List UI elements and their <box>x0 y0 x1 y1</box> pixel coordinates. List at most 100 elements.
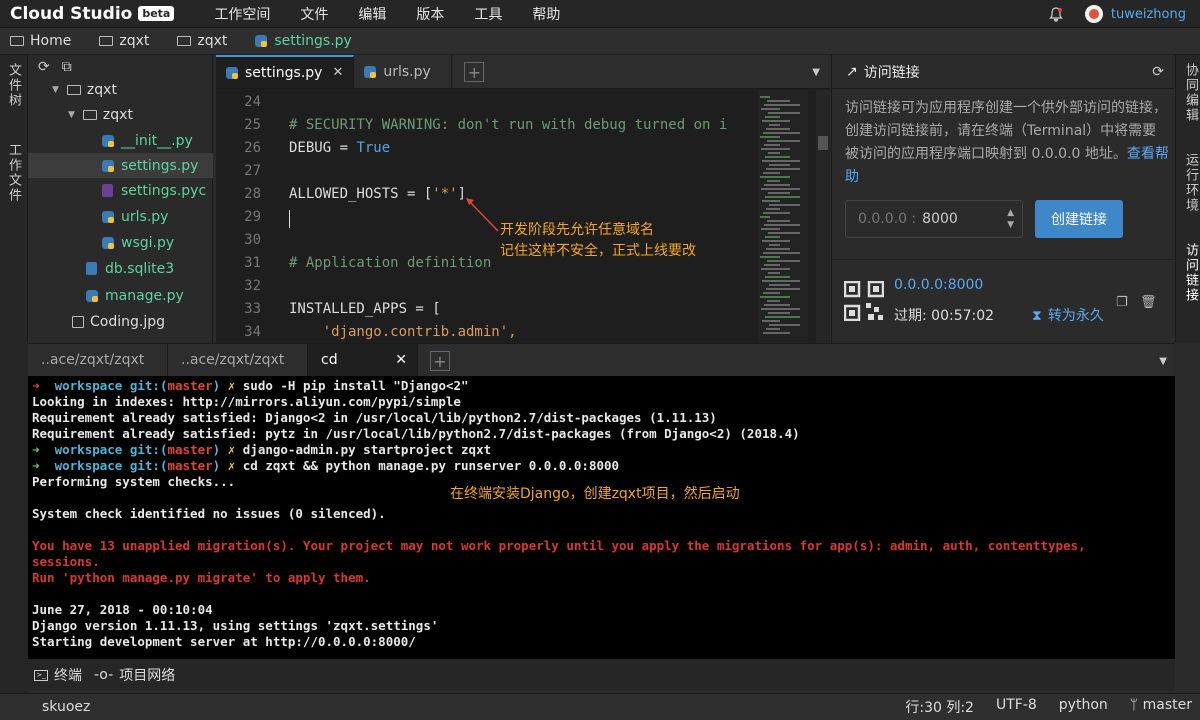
caret-down-icon: ▼ <box>52 84 59 95</box>
tree-item-coding-jpg[interactable]: Coding.jpg <box>28 309 213 334</box>
minimap-line <box>765 196 800 198</box>
collapse-icon[interactable]: ⧉ <box>62 59 72 75</box>
access-link-url[interactable]: 0.0.0.0:8000 <box>894 277 983 293</box>
port-stepper[interactable]: ▲ ▼ <box>1007 207 1014 231</box>
tab-runtime[interactable]: 运行环境 <box>1181 153 1200 213</box>
app-logo[interactable]: Cloud Studio beta <box>10 4 175 24</box>
cursor-position[interactable]: 行:30 列:2 <box>905 697 974 717</box>
minimap-line <box>769 284 790 286</box>
menu-version[interactable]: 版本 <box>416 4 444 24</box>
new-terminal-button[interactable]: + <box>430 351 450 371</box>
chevron-down-icon[interactable]: ▼ <box>812 67 820 78</box>
menu-help[interactable]: 帮助 <box>532 4 560 24</box>
tab-urls-py[interactable]: urls.py <box>354 55 453 88</box>
annotation-line: 记住这样不安全，正式上线要改 <box>500 243 696 259</box>
breadcrumb-home[interactable]: Home <box>10 33 71 49</box>
breadcrumb-zqxt[interactable]: zqxt <box>99 33 149 49</box>
menu-workspace[interactable]: 工作空间 <box>214 4 270 24</box>
terminal-tab-2[interactable]: ..ace/zqxt/zqxt <box>168 344 308 376</box>
tab-terminal[interactable]: >_ 终端 <box>34 665 82 685</box>
tab-file-tree[interactable]: 文件树 <box>4 63 23 108</box>
line-number: 25 <box>244 117 261 133</box>
minimap-line <box>768 152 780 154</box>
terminal-line: June 27, 2018 - 00:10:04 <box>32 602 213 618</box>
code-line: INSTALLED_APPS = [ <box>289 301 441 317</box>
encoding[interactable]: UTF-8 <box>996 697 1037 717</box>
python-file-icon <box>226 66 238 79</box>
minimap-line <box>762 160 800 162</box>
code-area[interactable]: 24 25 # SECURITY WARNING: don't run with d… <box>216 90 830 343</box>
line-number: 34 <box>244 324 261 340</box>
port-input[interactable]: 0.0.0.0 : 8000 ▲ ▼ <box>845 200 1023 238</box>
minimap-line <box>764 264 780 266</box>
refresh-icon[interactable]: ⟳ <box>1152 64 1164 80</box>
close-icon[interactable]: ✕ <box>395 352 407 368</box>
trash-icon[interactable]: 🗑 <box>1140 295 1157 310</box>
output-text: System check identified no issues (0 sil… <box>32 506 386 521</box>
terminal-icon: >_ <box>34 669 48 681</box>
python-file-icon <box>86 289 98 302</box>
terminal-tab-cd[interactable]: cd ✕ <box>308 344 418 376</box>
refresh-icon[interactable]: ⟳ <box>38 59 50 75</box>
minimap-line <box>762 320 780 322</box>
tree-item-db[interactable]: db.sqlite3 <box>28 256 213 281</box>
tree-item-settings-pyc[interactable]: settings.pyc <box>28 178 213 203</box>
user-avatar[interactable] <box>1084 5 1103 23</box>
minimap-line <box>762 280 800 282</box>
close-icon[interactable]: ✕ <box>332 65 343 80</box>
port-prefix: 0.0.0.0 : <box>858 211 917 227</box>
menu-file[interactable]: 文件 <box>300 4 328 24</box>
breadcrumb-file[interactable]: settings.py <box>255 33 352 49</box>
prompt-arrow: ➜ <box>32 442 40 457</box>
tab-access-link[interactable]: 访问链接 <box>1181 243 1200 303</box>
minimap-line <box>764 144 780 146</box>
git-branch[interactable]: ᛘ master <box>1130 697 1192 717</box>
terminal-line: Run 'python manage.py migrate' to apply … <box>32 570 371 586</box>
qr-code-icon[interactable] <box>844 281 884 321</box>
tab-work-files[interactable]: 工作文件 <box>4 143 23 203</box>
tab-collab-edit[interactable]: 协同编辑 <box>1181 63 1200 123</box>
terminal-output[interactable]: 在终端安装Django，创建zqxt项目，然后启动 ➜ workspace gi… <box>28 376 1175 659</box>
code-token: DEBUG = <box>289 140 357 156</box>
copy-icon[interactable]: ❐ <box>1116 295 1128 310</box>
tree-item-zqxt[interactable]: ▼ zqxt <box>28 77 213 102</box>
command-text: cd zqxt && python manage.py runserver 0.… <box>235 458 620 473</box>
breadcrumb-zqxt-inner[interactable]: zqxt <box>177 33 227 49</box>
menu-tools[interactable]: 工具 <box>474 4 502 24</box>
minimap-line <box>768 272 780 274</box>
tree-item-manage[interactable]: manage.py <box>28 283 213 308</box>
minimap-line <box>767 300 780 302</box>
new-tab-button[interactable]: + <box>464 62 485 82</box>
user-name[interactable]: tuweizhong <box>1111 7 1186 22</box>
tree-item-wsgi[interactable]: wsgi.py <box>28 230 213 255</box>
workspace-id[interactable]: skuoez <box>42 699 90 715</box>
code-line: # Application definition <box>289 255 491 271</box>
panel-description: 访问链接可为应用程序创建一个供外部访问的链接，创建访问链接前，请在终端（Term… <box>845 97 1170 189</box>
language-mode[interactable]: python <box>1059 697 1108 717</box>
terminal-tab-1[interactable]: ..ace/zqxt/zqxt <box>28 344 168 376</box>
command-text: django-admin.py startproject zqxt <box>235 442 492 457</box>
tree-item-init[interactable]: __init__.py <box>28 128 213 153</box>
scrollbar-thumb[interactable] <box>818 136 828 150</box>
chevron-down-icon[interactable]: ▼ <box>1159 356 1167 367</box>
bell-icon[interactable] <box>1049 6 1063 22</box>
external-link-icon: ↗ <box>846 63 858 80</box>
tab-project-network[interactable]: -o- 项目网络 <box>94 665 175 685</box>
code-line: ALLOWED_HOSTS = ['*'] <box>289 186 466 202</box>
tree-item-settings[interactable]: settings.py <box>28 153 213 178</box>
tree-item-urls[interactable]: urls.py <box>28 204 213 229</box>
create-link-button[interactable]: 创建链接 <box>1035 200 1123 238</box>
make-permanent-button[interactable]: ⧗ 转为永久 <box>1032 305 1104 325</box>
minimap-line <box>768 192 790 194</box>
tree-item-zqxt-inner[interactable]: ▼ zqxt <box>28 102 213 127</box>
line-number: 31 <box>244 255 261 271</box>
prompt-git: git:( <box>129 378 168 393</box>
minimap-line <box>763 172 780 174</box>
editor-scrollbar[interactable] <box>816 90 830 343</box>
minimap[interactable] <box>758 90 808 343</box>
minimap-line <box>760 216 770 218</box>
menu-edit[interactable]: 编辑 <box>358 4 386 24</box>
tab-settings-py[interactable]: settings.py ✕ <box>216 55 355 88</box>
